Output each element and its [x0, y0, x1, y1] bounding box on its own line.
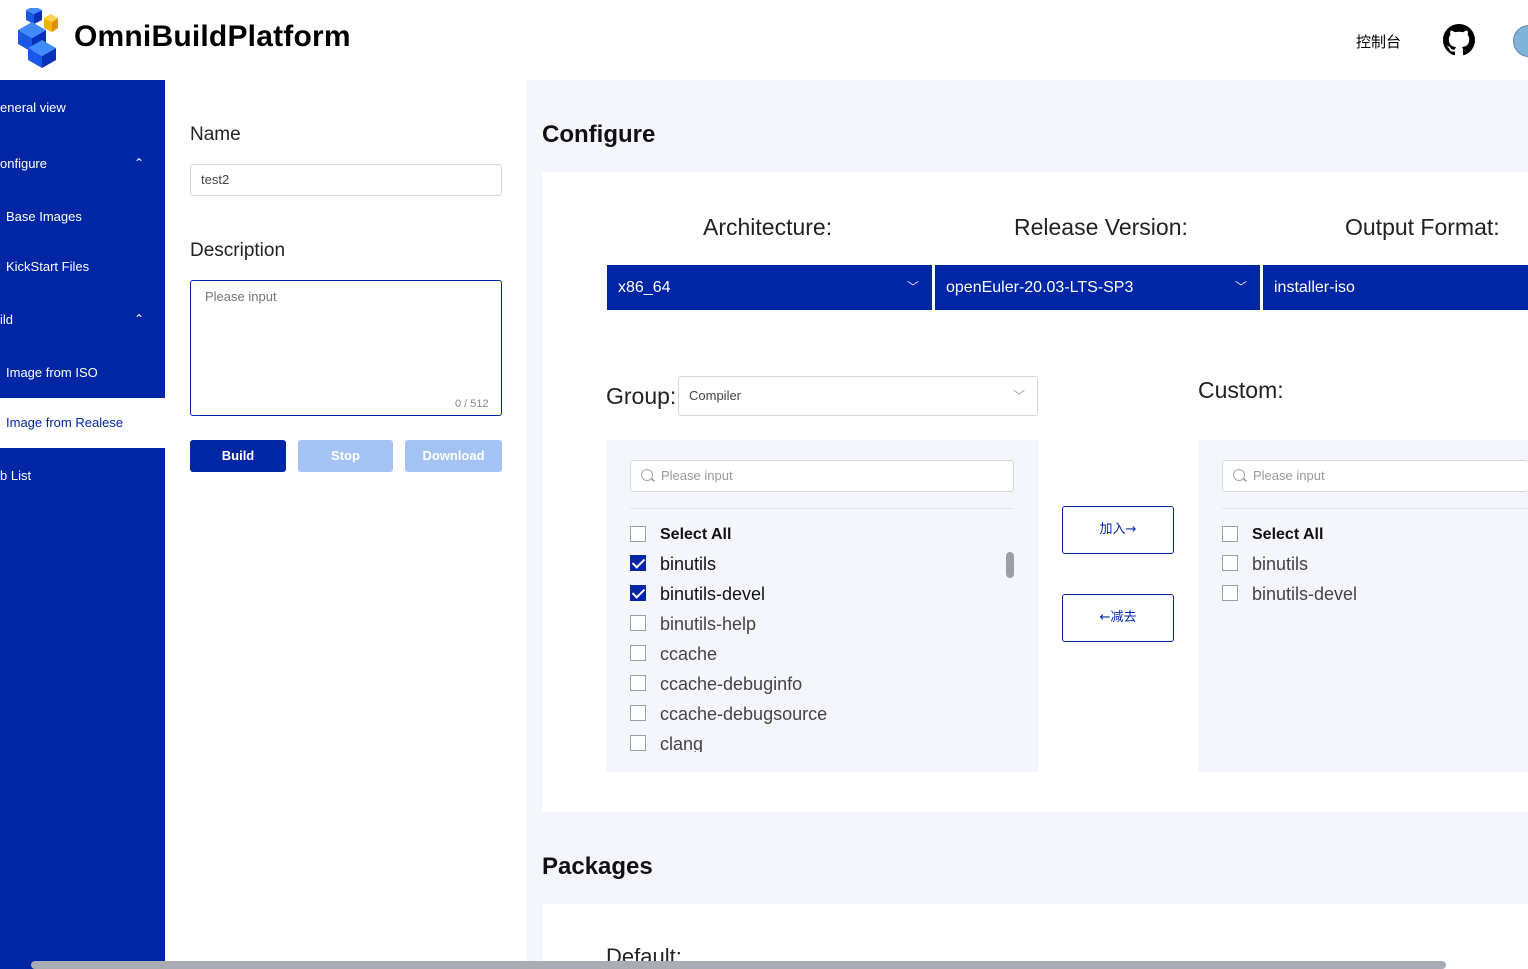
package-label: binutils-devel: [1252, 584, 1358, 604]
sidebar: eneral view onfigure ⌃ Base Images KickS…: [0, 80, 165, 969]
sidebar-item-label: onfigure: [0, 156, 47, 171]
search-placeholder: Please input: [661, 468, 733, 483]
github-icon[interactable]: [1443, 24, 1475, 56]
group-select[interactable]: Compiler ﹀: [678, 376, 1038, 416]
checkbox[interactable]: [630, 585, 646, 601]
search-icon: [1233, 469, 1245, 481]
sidebar-item-label: Base Images: [6, 209, 82, 224]
architecture-select[interactable]: x86_64 ﹀: [607, 265, 932, 310]
checkbox[interactable]: [630, 705, 646, 721]
architecture-value: x86_64: [618, 279, 671, 296]
package-label: ccache-debuginfo: [660, 674, 803, 694]
name-input[interactable]: test2: [190, 164, 502, 196]
divider: [1222, 508, 1528, 509]
description-label: Description: [190, 240, 286, 261]
app-title: OmniBuildPlatform: [74, 20, 351, 53]
packages-title: Packages: [542, 853, 653, 880]
select-all-label: Select All: [1252, 526, 1324, 543]
logo-cubes-icon[interactable]: [14, 8, 60, 70]
sidebar-item-job-list[interactable]: b List: [0, 468, 165, 488]
select-all-label: Select All: [660, 526, 732, 543]
sidebar-item-base-images[interactable]: Base Images: [0, 209, 165, 229]
checkbox[interactable]: [630, 735, 646, 751]
sidebar-item-kickstart-files[interactable]: KickStart Files: [0, 259, 165, 279]
chevron-down-icon: ﹀: [907, 280, 920, 294]
checkbox[interactable]: [630, 645, 646, 661]
chevron-down-icon: ﹀: [1013, 389, 1026, 403]
build-button[interactable]: Build: [190, 440, 286, 472]
description-input[interactable]: [190, 280, 502, 416]
avatar[interactable]: [1513, 25, 1528, 57]
output-format-label: Output Format:: [1345, 214, 1500, 240]
sidebar-item-label: eneral view: [0, 100, 66, 115]
package-label: binutils: [1252, 554, 1309, 574]
name-label: Name: [190, 124, 241, 145]
chevron-up-icon: ⌃: [134, 156, 145, 170]
package-label: binutils-devel: [660, 584, 766, 604]
sidebar-item-build[interactable]: ild ⌃: [0, 312, 165, 332]
package-label: ccache-debugsource: [660, 704, 828, 724]
package-label: clang: [660, 734, 704, 752]
default-label: Default:: [606, 944, 682, 961]
sidebar-item-general-view[interactable]: eneral view: [0, 100, 165, 120]
custom-label: Custom:: [1198, 377, 1284, 403]
chevron-down-icon: ﹀: [1235, 280, 1248, 294]
package-label: binutils-help: [660, 614, 757, 634]
checkbox[interactable]: [1222, 555, 1238, 571]
release-version-value: openEuler-20.03-LTS-SP3: [946, 279, 1134, 296]
architecture-label: Architecture:: [703, 214, 833, 240]
checkbox[interactable]: [630, 526, 646, 542]
release-version-label: Release Version:: [1014, 214, 1188, 240]
search-icon: [641, 469, 653, 481]
sidebar-item-label: Image from ISO: [6, 365, 98, 380]
download-button[interactable]: Download: [405, 440, 502, 472]
description-char-count: 0 / 512: [455, 398, 489, 410]
chevron-up-icon: ⌃: [134, 312, 145, 326]
add-button[interactable]: 加入→: [1062, 506, 1174, 554]
checkbox[interactable]: [630, 555, 646, 571]
checkbox[interactable]: [1222, 585, 1238, 601]
remove-button[interactable]: ←减去: [1062, 594, 1174, 642]
sidebar-item-label: Image from Realese: [6, 415, 124, 430]
horizontal-scrollbar[interactable]: [31, 961, 1446, 969]
sidebar-item-label: ild: [0, 312, 14, 327]
sidebar-item-label: KickStart Files: [6, 259, 90, 274]
custom-search-input[interactable]: Please input: [1222, 460, 1528, 492]
sidebar-item-image-from-iso[interactable]: Image from ISO: [0, 365, 165, 385]
release-version-select[interactable]: openEuler-20.03-LTS-SP3 ﹀: [935, 265, 1260, 310]
list-scrollbar[interactable]: [1006, 552, 1014, 578]
build-form-panel: [165, 80, 526, 969]
configure-title: Configure: [542, 121, 656, 148]
group-search-input[interactable]: Please input: [630, 460, 1014, 492]
checkbox[interactable]: [630, 615, 646, 631]
output-format-select[interactable]: installer-iso: [1263, 265, 1528, 310]
list-clip: clang: [630, 732, 890, 752]
console-link[interactable]: 控制台: [1356, 31, 1401, 52]
group-label: Group:: [606, 383, 677, 409]
group-value: Compiler: [689, 388, 742, 403]
sidebar-item-label: b List: [0, 468, 32, 483]
sidebar-item-image-from-release[interactable]: Image from Realese: [0, 398, 165, 448]
divider: [630, 508, 1014, 509]
package-label: binutils: [660, 554, 717, 574]
search-placeholder: Please input: [1253, 468, 1325, 483]
sidebar-item-configure[interactable]: onfigure ⌃: [0, 156, 165, 176]
output-format-value: installer-iso: [1274, 279, 1355, 296]
top-header: OmniBuildPlatform 控制台: [0, 0, 1528, 80]
stop-button[interactable]: Stop: [298, 440, 393, 472]
package-label: ccache: [660, 644, 718, 664]
checkbox[interactable]: [630, 675, 646, 691]
default-label-clip: Default:: [606, 944, 806, 961]
checkbox[interactable]: [1222, 526, 1238, 542]
